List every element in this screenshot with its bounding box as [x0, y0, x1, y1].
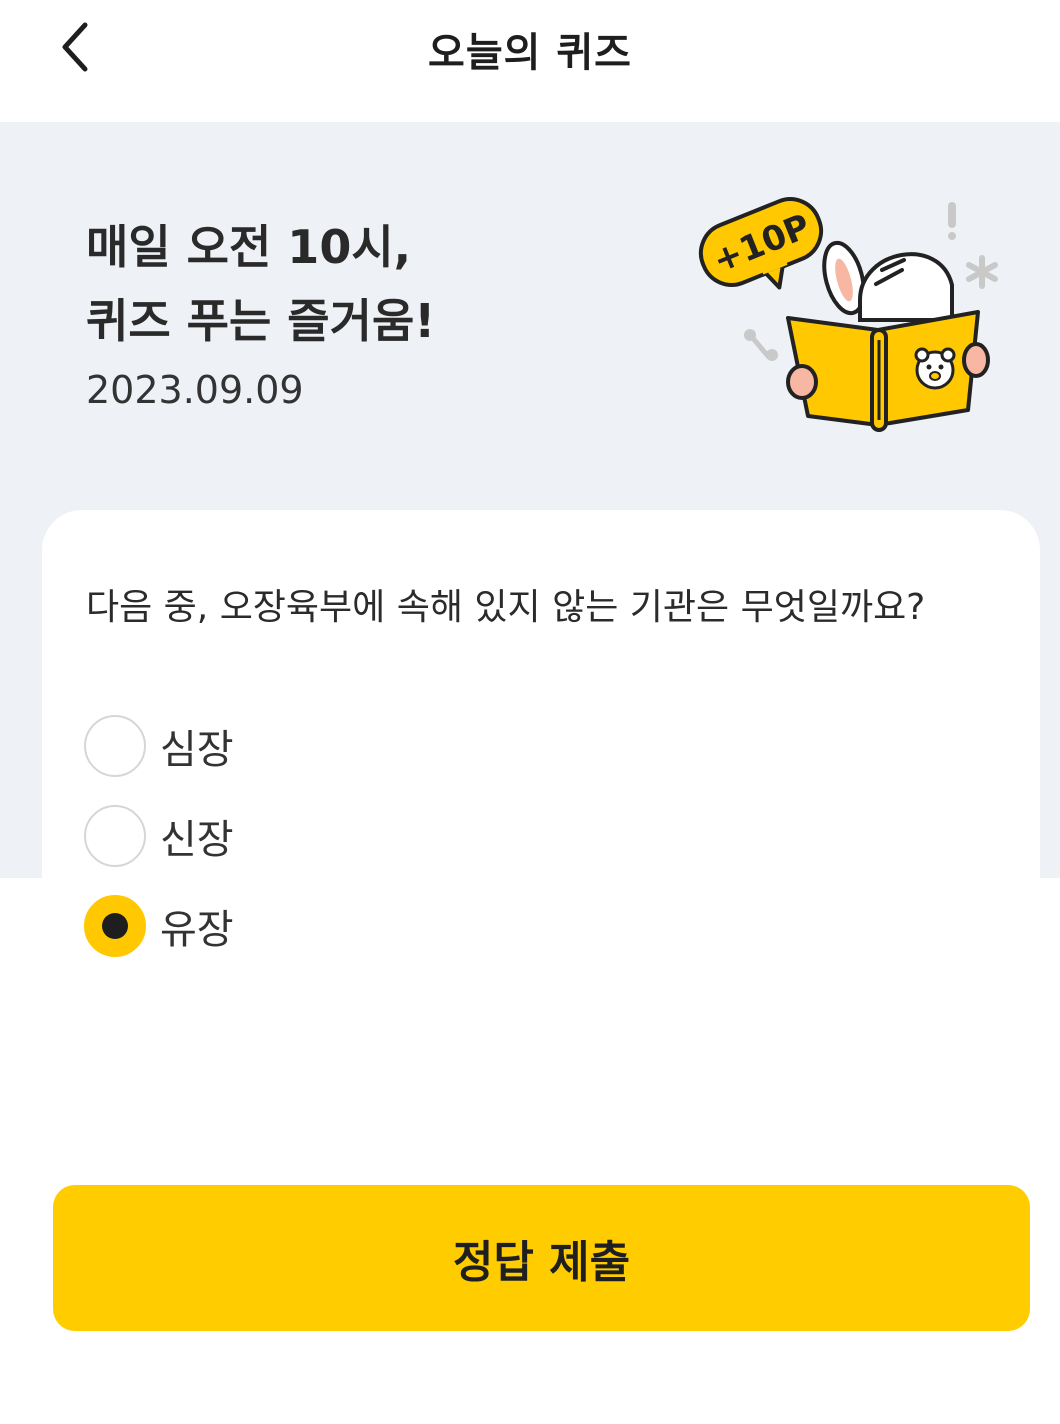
bunny-reading-book-illustration: +10P — [698, 197, 998, 432]
app-header: 오늘의 퀴즈 — [0, 0, 1060, 122]
radio-selected-dot — [102, 913, 128, 939]
option-label: 유장 — [160, 907, 234, 953]
radio-button[interactable] — [84, 715, 146, 777]
option-label: 심장 — [160, 727, 234, 773]
option-yujang[interactable]: 유장 — [84, 894, 484, 958]
submit-answer-button[interactable]: 정답 제출 — [53, 1185, 1030, 1331]
page-title: 오늘의 퀴즈 — [428, 30, 632, 76]
radio-button[interactable] — [84, 805, 146, 867]
banner-title-line1: 매일 오전 10시, — [86, 220, 412, 274]
quiz-date: 2023.09.09 — [86, 368, 304, 412]
quiz-question: 다음 중, 오장육부에 속해 있지 않는 기관은 무엇일까요? — [86, 587, 926, 628]
banner-title-line2: 퀴즈 푸는 즐거움! — [86, 294, 436, 348]
option-label: 신장 — [160, 817, 234, 863]
option-kidney[interactable]: 신장 — [84, 804, 484, 868]
radio-button-selected[interactable] — [84, 895, 146, 957]
banner-title: 매일 오전 10시, 퀴즈 푸는 즐거움! — [86, 210, 435, 358]
option-heart[interactable]: 심장 — [84, 714, 484, 778]
